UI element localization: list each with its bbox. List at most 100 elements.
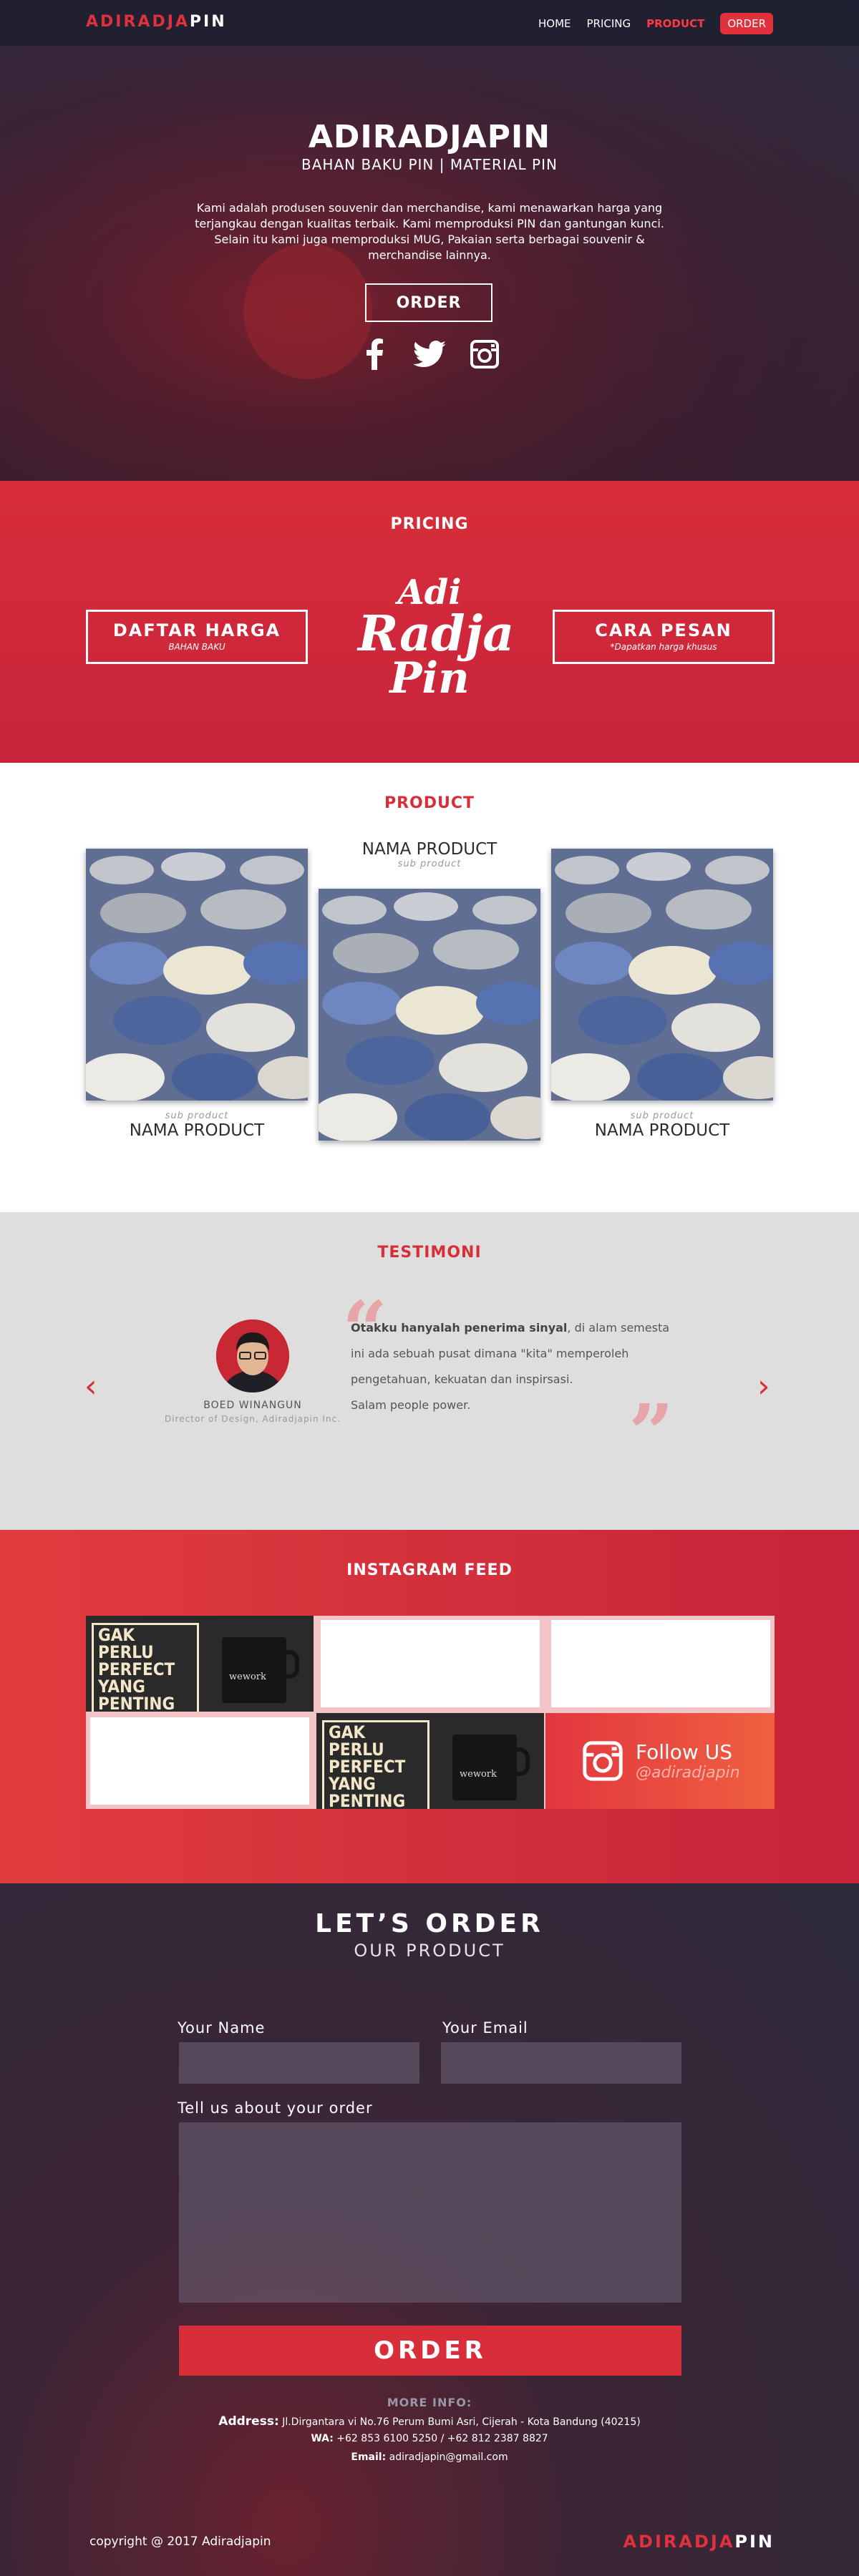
message-field[interactable] — [179, 2122, 681, 2303]
instagram-icon — [583, 1741, 623, 1781]
quote-close-icon: ” — [629, 1387, 674, 1479]
prev-arrow-icon[interactable]: ‹ — [84, 1368, 97, 1405]
pins-photo — [551, 849, 773, 1101]
instagram-section: INSTAGRAM FEED GAK PERLU PERFECT YANG PE… — [0, 1530, 859, 1883]
hero-background-pin — [243, 243, 372, 379]
product-name: NAMA PRODUCT — [594, 1121, 730, 1140]
social-links — [358, 336, 501, 372]
quote-closing: Salam people power. — [351, 1398, 471, 1412]
logo-part-2: PIN — [734, 2532, 775, 2552]
product-image[interactable] — [551, 849, 773, 1101]
order-submit-button[interactable]: ORDER — [179, 2326, 681, 2376]
mug-handle — [281, 1650, 299, 1679]
next-arrow-icon[interactable]: › — [757, 1368, 770, 1405]
email-key: Email: — [351, 2451, 387, 2463]
logo-word-3: Pin — [389, 653, 470, 703]
product-name: NAMA PRODUCT — [361, 840, 498, 859]
product-image[interactable] — [319, 889, 540, 1141]
facebook-icon[interactable] — [358, 338, 391, 371]
instagram-handle: @adiradjapin — [636, 1764, 740, 1782]
follow-us-button[interactable]: Follow US @adiradjapin — [545, 1713, 775, 1809]
testimoni-title: TESTIMONI — [377, 1244, 482, 1262]
hero-order-button[interactable]: ORDER — [365, 283, 492, 322]
product-image[interactable] — [86, 849, 308, 1101]
nav-pricing[interactable]: PRICING — [587, 17, 631, 30]
product-sub: sub product — [630, 1111, 694, 1121]
pins-photo — [319, 889, 540, 1141]
post-caption: GAK PERLU PERFECT YANG PENTING RESPECT — [92, 1623, 199, 1712]
site-logo[interactable]: ADIRADJAPIN — [86, 13, 227, 31]
logo-part-1: ADIRADJA — [86, 13, 190, 31]
product-name: NAMA PRODUCT — [129, 1121, 265, 1140]
testimoni-section: TESTIMONI ‹ › BOED WINANGUN Director of … — [0, 1212, 859, 1530]
nav-links: HOME PRICING PRODUCT ORDER — [538, 13, 773, 34]
instagram-icon[interactable] — [468, 338, 501, 371]
cara-pesan-subtitle: *Dapatkan harga khusus — [610, 642, 717, 652]
wa-line: WA: +62 853 6100 5250 / +62 812 2387 882… — [0, 2433, 859, 2444]
product-caption: sub product NAMA PRODUCT — [551, 1111, 773, 1140]
instagram-post-empty[interactable] — [90, 1717, 309, 1805]
mug-brand: wework — [460, 1769, 497, 1780]
quote-bold: Otakku hanyalah penerima sinyal — [351, 1321, 568, 1335]
person-name: BOED WINANGUN — [203, 1400, 302, 1411]
product-caption: sub product NAMA PRODUCT — [86, 1111, 308, 1140]
email-value[interactable]: adiradjapin@gmail.com — [389, 2451, 508, 2463]
instagram-post[interactable]: GAK PERLU PERFECT YANG PENTING RESPECT w… — [316, 1713, 544, 1809]
hero-subtitle: BAHAN BAKU PIN | MATERIAL PIN — [301, 156, 558, 173]
product-caption: NAMA PRODUCT sub product — [319, 840, 540, 869]
post-caption: GAK PERLU PERFECT YANG PENTING RESPECT — [322, 1720, 430, 1809]
product-sub: sub product — [165, 1111, 229, 1121]
footer-logo[interactable]: ADIRADJAPIN — [623, 2532, 775, 2552]
adiradjapin-logo: Adi Radja Pin — [358, 552, 515, 710]
logo-word-2: Radja — [358, 605, 515, 663]
twitter-icon[interactable] — [413, 338, 446, 371]
cara-pesan-title: CARA PESAN — [595, 620, 732, 640]
order-title: LET’S ORDER — [315, 1909, 544, 1938]
address-key: Address: — [218, 2414, 279, 2429]
address-value: Jl.Dirgantara vi No.76 Perum Bumi Asri, … — [282, 2416, 641, 2428]
cara-pesan-button[interactable]: CARA PESAN *Dapatkan harga khusus — [553, 610, 775, 664]
follow-label: Follow US — [636, 1740, 732, 1764]
top-navbar: ADIRADJAPIN HOME PRICING PRODUCT ORDER — [0, 0, 859, 46]
email-label: Your Email — [442, 2019, 528, 2036]
order-subtitle: OUR PRODUCT — [354, 1941, 505, 1961]
product-section: PRODUCT sub product NAMA PRODUCT NAMA PR… — [0, 763, 859, 1212]
mug-brand: wework — [229, 1672, 266, 1682]
email-line: Email: adiradjapin@gmail.com — [0, 2451, 859, 2463]
daftar-harga-subtitle: BAHAN BAKU — [168, 642, 225, 652]
name-field[interactable] — [179, 2042, 419, 2084]
address-line: Address: Jl.Dirgantara vi No.76 Perum Bu… — [0, 2414, 859, 2429]
instagram-post[interactable]: GAK PERLU PERFECT YANG PENTING RESPECT w… — [86, 1616, 314, 1712]
message-label: Tell us about your order — [178, 2099, 373, 2117]
order-section: LET’S ORDER OUR PRODUCT Your Name Your E… — [0, 1883, 859, 2576]
logo-part-1: ADIRADJA — [623, 2532, 735, 2552]
nav-home[interactable]: HOME — [538, 17, 571, 30]
pricing-section: PRICING DAFTAR HARGA BAHAN BAKU Adi Radj… — [0, 481, 859, 763]
daftar-harga-button[interactable]: DAFTAR HARGA BAHAN BAKU — [86, 610, 308, 664]
hero-description: Kami adalah produsen souvenir dan mercha… — [195, 201, 664, 262]
mug-image — [452, 1735, 517, 1800]
instagram-post-empty[interactable] — [321, 1620, 540, 1707]
name-label: Your Name — [178, 2019, 266, 2036]
hero-title: ADIRADJAPIN — [308, 119, 551, 155]
pricing-title: PRICING — [390, 515, 469, 533]
logo-part-2: PIN — [189, 13, 227, 31]
wa-key: WA: — [311, 2433, 334, 2444]
product-title: PRODUCT — [384, 794, 475, 812]
copyright: copyright @ 2017 Adiradjapin — [89, 2534, 271, 2549]
wa-value: +62 853 6100 5250 / +62 812 2387 8827 — [336, 2433, 548, 2444]
nav-order-button[interactable]: ORDER — [720, 13, 773, 34]
product-sub: sub product — [397, 859, 462, 869]
instagram-post-empty[interactable] — [551, 1620, 770, 1707]
more-info-heading: MORE INFO: — [387, 2396, 472, 2409]
person-role: Director of Design, Adiradjapin Inc. — [165, 1414, 341, 1424]
daftar-harga-title: DAFTAR HARGA — [112, 620, 281, 640]
avatar — [216, 1319, 289, 1392]
hero-section: ADIRADJAPIN BAHAN BAKU PIN | MATERIAL PI… — [0, 0, 859, 481]
email-field[interactable] — [441, 2042, 681, 2084]
nav-product[interactable]: PRODUCT — [646, 17, 704, 30]
mug-image — [222, 1637, 286, 1703]
instagram-grid: GAK PERLU PERFECT YANG PENTING RESPECT w… — [86, 1616, 775, 1809]
pins-photo — [86, 849, 308, 1101]
mug-handle — [511, 1747, 530, 1776]
